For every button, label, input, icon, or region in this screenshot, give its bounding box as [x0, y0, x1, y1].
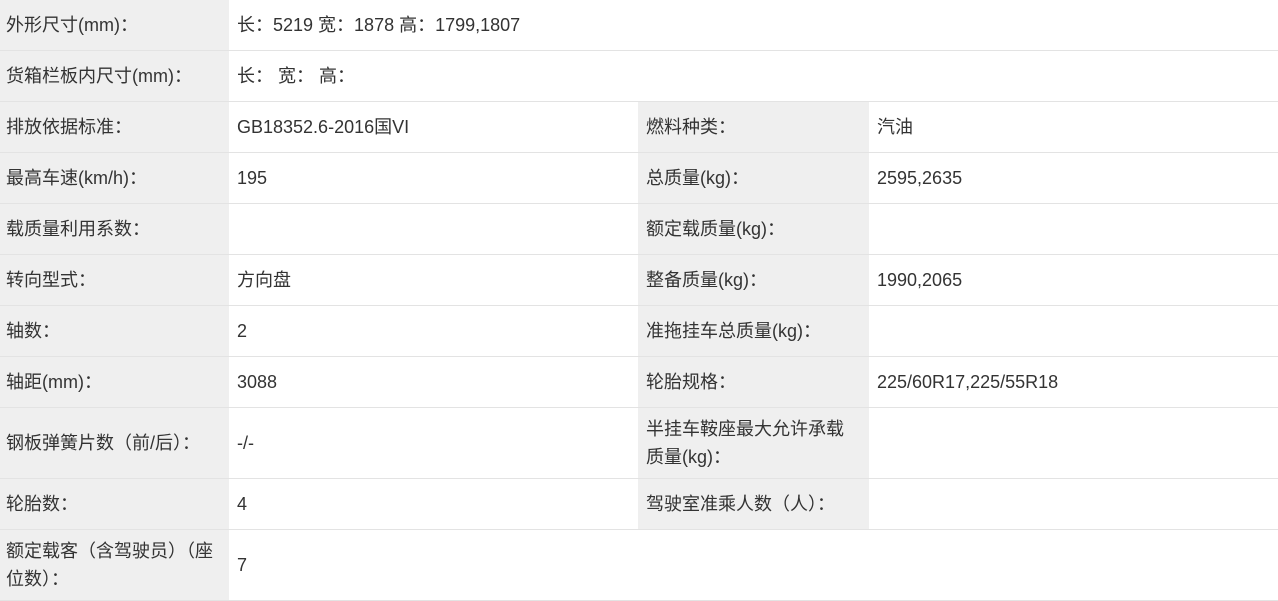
wheelbase-value: 3088 — [229, 357, 638, 408]
rated-load-mass-value — [869, 204, 1278, 255]
axle-count-value: 2 — [229, 306, 638, 357]
cargo-box-dimensions-label: 货箱栏板内尺寸(mm)： — [0, 51, 229, 102]
spec-row-speed-gross-mass: 最高车速(km/h)： 195 总质量(kg)： 2595,2635 — [0, 153, 1278, 204]
tire-count-label: 轮胎数： — [0, 479, 229, 530]
max-speed-value: 195 — [229, 153, 638, 204]
rated-seats-label: 额定载客（含驾驶员）（座位数）： — [0, 530, 229, 601]
trailer-gross-mass-label: 准拖挂车总质量(kg)： — [638, 306, 869, 357]
spec-row-cargo-box-dimensions: 货箱栏板内尺寸(mm)： 长： 宽： 高： — [0, 51, 1278, 102]
axle-count-label: 轴数： — [0, 306, 229, 357]
cargo-box-dimensions-value: 长： 宽： 高： — [229, 51, 1278, 102]
cab-passenger-capacity-value — [869, 479, 1278, 530]
steering-type-value: 方向盘 — [229, 255, 638, 306]
rated-load-mass-label: 额定载质量(kg)： — [638, 204, 869, 255]
gross-mass-value: 2595,2635 — [869, 153, 1278, 204]
saddle-max-load-value — [869, 408, 1278, 479]
trailer-gross-mass-value — [869, 306, 1278, 357]
spec-row-axles-trailer: 轴数： 2 准拖挂车总质量(kg)： — [0, 306, 1278, 357]
emission-standard-label: 排放依据标准： — [0, 102, 229, 153]
load-utilization-value — [229, 204, 638, 255]
exterior-dimensions-label: 外形尺寸(mm)： — [0, 0, 229, 51]
spec-row-tire-count-cab: 轮胎数： 4 驾驶室准乘人数（人）： — [0, 479, 1278, 530]
leaf-spring-count-value: -/- — [229, 408, 638, 479]
tire-spec-value: 225/60R17,225/55R18 — [869, 357, 1278, 408]
leaf-spring-count-label: 钢板弹簧片数（前/后）： — [0, 408, 229, 479]
rated-seats-value: 7 — [229, 530, 1278, 601]
tire-count-value: 4 — [229, 479, 638, 530]
wheelbase-label: 轴距(mm)： — [0, 357, 229, 408]
curb-mass-value: 1990,2065 — [869, 255, 1278, 306]
spec-row-emission-fuel: 排放依据标准： GB18352.6-2016国VI 燃料种类： 汽油 — [0, 102, 1278, 153]
fuel-type-value: 汽油 — [869, 102, 1278, 153]
spec-row-load-utilization: 载质量利用系数： 额定载质量(kg)： — [0, 204, 1278, 255]
spec-row-steering-curb-mass: 转向型式： 方向盘 整备质量(kg)： 1990,2065 — [0, 255, 1278, 306]
spec-row-rated-seats: 额定载客（含驾驶员）（座位数）： 7 — [0, 530, 1278, 601]
spec-row-exterior-dimensions: 外形尺寸(mm)： 长：5219 宽：1878 高：1799,1807 — [0, 0, 1278, 51]
vehicle-spec-table: 外形尺寸(mm)： 长：5219 宽：1878 高：1799,1807 货箱栏板… — [0, 0, 1278, 601]
fuel-type-label: 燃料种类： — [638, 102, 869, 153]
saddle-max-load-label: 半挂车鞍座最大允许承载质量(kg)： — [638, 408, 869, 479]
load-utilization-label: 载质量利用系数： — [0, 204, 229, 255]
max-speed-label: 最高车速(km/h)： — [0, 153, 229, 204]
exterior-dimensions-value: 长：5219 宽：1878 高：1799,1807 — [229, 0, 1278, 51]
emission-standard-value: GB18352.6-2016国VI — [229, 102, 638, 153]
curb-mass-label: 整备质量(kg)： — [638, 255, 869, 306]
cab-passenger-capacity-label: 驾驶室准乘人数（人）： — [638, 479, 869, 530]
steering-type-label: 转向型式： — [0, 255, 229, 306]
tire-spec-label: 轮胎规格： — [638, 357, 869, 408]
spec-row-springs-saddle: 钢板弹簧片数（前/后）： -/- 半挂车鞍座最大允许承载质量(kg)： — [0, 408, 1278, 479]
gross-mass-label: 总质量(kg)： — [638, 153, 869, 204]
spec-row-wheelbase-tires: 轴距(mm)： 3088 轮胎规格： 225/60R17,225/55R18 — [0, 357, 1278, 408]
